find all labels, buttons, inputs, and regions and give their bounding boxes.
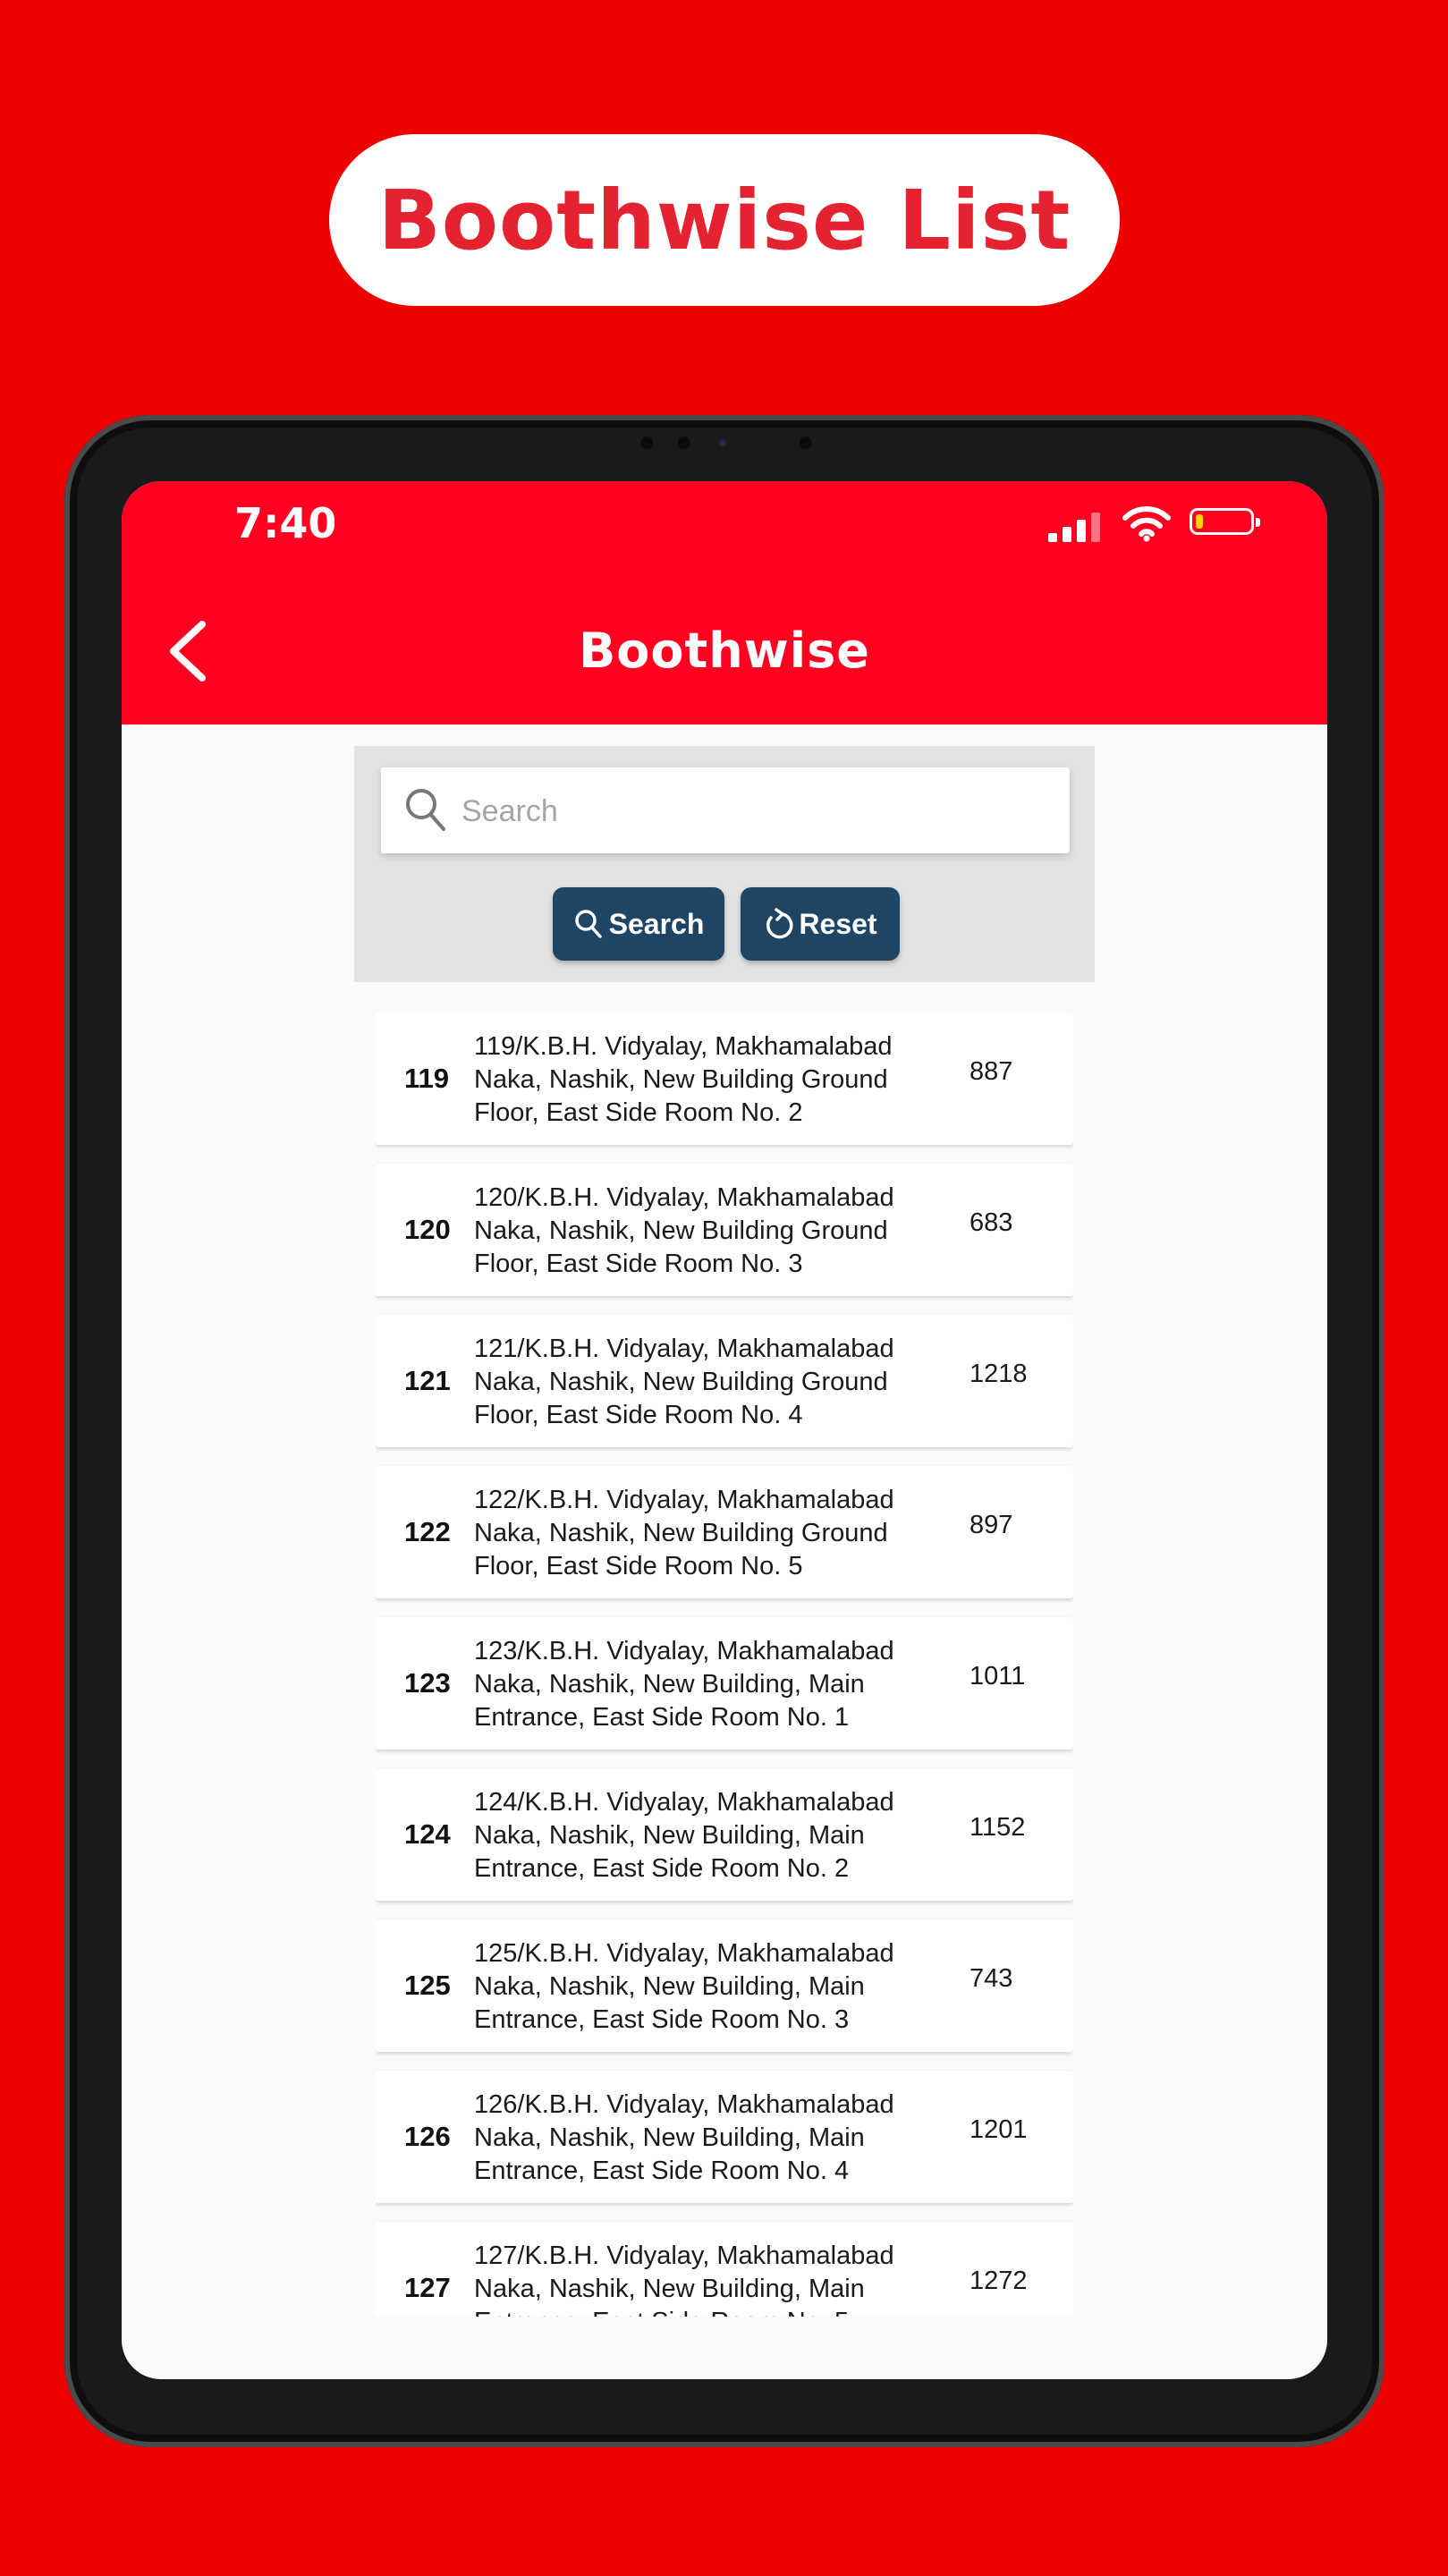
booth-address: 121/K.B.H. Vidyalay, Makhamalabad Naka, … <box>474 1335 894 1429</box>
booth-row[interactable]: 127 127/K.B.H. Vidyalay, Makhamalabad Na… <box>376 2222 1073 2317</box>
page-title: Boothwise <box>579 623 870 679</box>
booth-voter-count: 1011 <box>970 1662 1026 1690</box>
booth-voter-count: 743 <box>970 1964 1013 1993</box>
booth-address: 122/K.B.H. Vidyalay, Makhamalabad Naka, … <box>474 1486 894 1580</box>
booth-row[interactable]: 126 126/K.B.H. Vidyalay, Makhamalabad Na… <box>376 2071 1073 2203</box>
booth-row[interactable]: 119 119/K.B.H. Vidyalay, Makhamalabad Na… <box>376 1013 1073 1145</box>
booth-number: 126 <box>404 2121 451 2152</box>
booth-number: 119 <box>404 1063 450 1094</box>
booth-number: 122 <box>404 1516 451 1547</box>
wifi-icon <box>1122 506 1171 542</box>
booth-voter-count: 1201 <box>970 2115 1028 2144</box>
booth-number: 124 <box>404 1818 451 1850</box>
search-box <box>381 767 1070 855</box>
booth-address: 123/K.B.H. Vidyalay, Makhamalabad Naka, … <box>474 1637 894 1732</box>
booth-number: 123 <box>404 1667 451 1699</box>
booth-address: 120/K.B.H. Vidyalay, Makhamalabad Naka, … <box>474 1183 894 1278</box>
search-icon <box>406 789 445 831</box>
booth-row[interactable]: 122 122/K.B.H. Vidyalay, Makhamalabad Na… <box>376 1466 1073 1598</box>
booth-row[interactable]: 120 120/K.B.H. Vidyalay, Makhamalabad Na… <box>376 1164 1073 1296</box>
app-header: 7:40 Boothwise <box>122 481 1327 724</box>
sensor-icon <box>640 436 653 449</box>
booth-address: 127/K.B.H. Vidyalay, Makhamalabad Naka, … <box>474 2241 894 2317</box>
booth-number: 127 <box>404 2272 451 2303</box>
booth-address: 126/K.B.H. Vidyalay, Makhamalabad Naka, … <box>474 2090 894 2185</box>
booth-address: 119/K.B.H. Vidyalay, Makhamalabad Naka, … <box>474 1032 893 1127</box>
reset-button-label: Reset <box>799 907 877 940</box>
search-button-label: Search <box>608 907 705 940</box>
booth-number: 125 <box>404 1970 451 2001</box>
booth-voter-count: 1272 <box>970 2267 1028 2295</box>
booth-address: 124/K.B.H. Vidyalay, Makhamalabad Naka, … <box>474 1788 894 1883</box>
booth-row[interactable]: 124 124/K.B.H. Vidyalay, Makhamalabad Na… <box>376 1768 1073 1901</box>
search-input[interactable] <box>460 767 1054 855</box>
search-panel: Search Reset <box>354 746 1095 982</box>
booth-number: 121 <box>404 1365 451 1396</box>
booth-number: 120 <box>404 1214 451 1245</box>
search-icon <box>574 910 602 938</box>
booth-row[interactable]: 123 123/K.B.H. Vidyalay, Makhamalabad Na… <box>376 1617 1073 1750</box>
booth-row[interactable]: 125 125/K.B.H. Vidyalay, Makhamalabad Na… <box>376 1919 1073 2052</box>
booth-voter-count: 887 <box>970 1057 1013 1086</box>
sensor-icon <box>678 436 690 449</box>
camera-icon <box>719 439 726 446</box>
booth-voter-count: 1152 <box>970 1813 1026 1842</box>
sensor-icon <box>800 436 812 449</box>
booth-address: 125/K.B.H. Vidyalay, Makhamalabad Naka, … <box>474 1939 894 2034</box>
cellular-signal-icon <box>1048 512 1100 542</box>
refresh-icon <box>766 908 793 939</box>
device-screen: 7:40 Boothwise Search Search Reset 119 1… <box>122 481 1327 2379</box>
banner-title: Boothwise List <box>377 172 1071 268</box>
status-time: 7:40 <box>234 499 337 547</box>
booth-voter-count: 1218 <box>970 1360 1028 1388</box>
reset-button[interactable]: Reset <box>741 887 900 961</box>
booth-voter-count: 897 <box>970 1511 1013 1539</box>
booth-voter-count: 683 <box>970 1208 1013 1237</box>
promo-banner: Boothwise List <box>329 134 1120 306</box>
search-button[interactable]: Search <box>553 887 724 961</box>
booth-list: 119 119/K.B.H. Vidyalay, Makhamalabad Na… <box>376 1013 1073 2317</box>
booth-row[interactable]: 121 121/K.B.H. Vidyalay, Makhamalabad Na… <box>376 1315 1073 1447</box>
battery-icon <box>1190 508 1260 535</box>
